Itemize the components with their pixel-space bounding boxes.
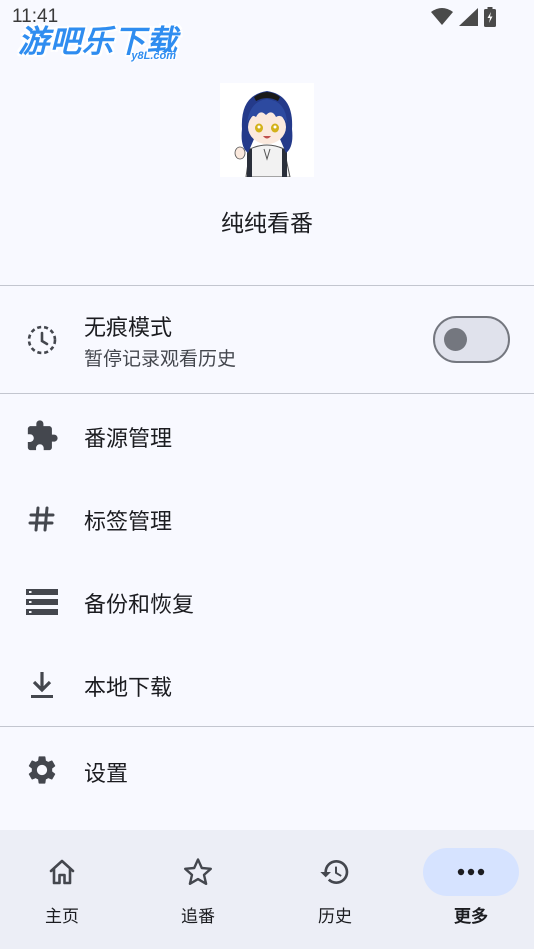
incognito-icon xyxy=(24,322,60,358)
incognito-switch[interactable] xyxy=(433,316,510,363)
nav-item-follow[interactable]: 追番 xyxy=(131,830,265,949)
status-icons xyxy=(431,7,496,27)
star-icon xyxy=(184,858,212,885)
hash-icon xyxy=(24,501,60,537)
nav-pill-active xyxy=(423,848,519,896)
wifi-icon xyxy=(431,8,453,25)
switch-thumb xyxy=(444,328,467,351)
nav-label-history: 历史 xyxy=(318,907,352,927)
bottom-nav: 主页 追番 历史 更多 xyxy=(0,830,534,949)
puzzle-icon xyxy=(24,418,60,454)
download-icon xyxy=(24,667,60,703)
nav-pill xyxy=(14,848,110,896)
more-screen: 11:41 游吧乐下载 y8L.com 纯纯看番 无痕模式 暂停记录观看历史 番… xyxy=(0,0,534,949)
avatar-illustration xyxy=(220,83,314,177)
menu-item-label: 标签管理 xyxy=(84,510,173,535)
nav-pill xyxy=(150,848,246,896)
watermark-sub: y8L.com xyxy=(131,50,176,62)
gear-icon xyxy=(24,752,60,788)
menu-item-label: 备份和恢复 xyxy=(84,593,195,618)
battery-icon xyxy=(484,7,496,27)
history-icon xyxy=(320,860,349,884)
more-icon xyxy=(457,868,485,876)
settings-label: 设置 xyxy=(84,762,129,787)
menu-item-settings[interactable]: 设置 xyxy=(0,727,534,812)
menu-item-label: 本地下载 xyxy=(84,676,173,701)
incognito-subtitle: 暂停记录观看历史 xyxy=(84,348,237,370)
menu-item-backup-restore[interactable]: 备份和恢复 xyxy=(0,560,534,643)
watermark-logo: 游吧乐下载 y8L.com xyxy=(18,16,186,66)
avatar xyxy=(220,83,314,177)
nav-label-more: 更多 xyxy=(454,907,488,927)
nav-item-history[interactable]: 历史 xyxy=(268,830,402,949)
nav-item-more[interactable]: 更多 xyxy=(404,830,534,949)
home-icon xyxy=(49,859,75,885)
menu-item-source-manage[interactable]: 番源管理 xyxy=(0,394,534,477)
nav-pill xyxy=(287,848,383,896)
incognito-title: 无痕模式 xyxy=(84,316,173,341)
signal-icon xyxy=(459,8,478,26)
profile-name: 纯纯看番 xyxy=(221,211,313,237)
nav-label-follow: 追番 xyxy=(181,907,215,927)
menu-item-local-download[interactable]: 本地下载 xyxy=(0,643,534,726)
menu-item-tag-manage[interactable]: 标签管理 xyxy=(0,477,534,560)
nav-item-home[interactable]: 主页 xyxy=(0,830,129,949)
storage-icon xyxy=(24,584,60,620)
nav-label-home: 主页 xyxy=(45,907,79,927)
menu-item-label: 番源管理 xyxy=(84,427,173,452)
